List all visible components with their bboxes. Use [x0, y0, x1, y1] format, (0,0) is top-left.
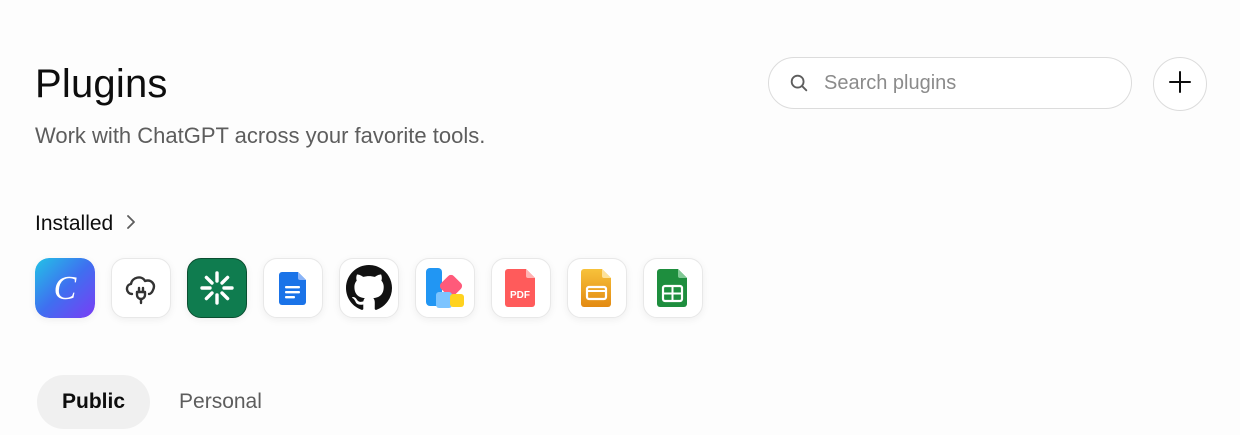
search-input[interactable]	[824, 71, 1104, 95]
tab-public[interactable]: Public	[37, 375, 151, 429]
tab-personal[interactable]: Personal	[154, 375, 287, 429]
app-docs[interactable]	[263, 258, 323, 318]
svg-text:PDF: PDF	[510, 290, 530, 301]
doc-icon	[273, 268, 313, 308]
app-pdf[interactable]: PDF	[491, 258, 551, 318]
slides-icon	[575, 266, 619, 310]
app-cloud-plugin[interactable]	[111, 258, 171, 318]
add-plugin-button[interactable]	[1153, 57, 1207, 111]
pdf-icon: PDF	[499, 266, 543, 310]
app-sheets[interactable]	[643, 258, 703, 318]
search-box[interactable]	[768, 57, 1132, 109]
plugin-tabs: Public Personal	[37, 375, 287, 429]
green-spark-icon	[197, 268, 237, 308]
app-slides[interactable]	[567, 258, 627, 318]
svg-text:C: C	[54, 270, 77, 307]
search-icon	[788, 72, 810, 94]
cloud-plug-icon	[121, 268, 161, 308]
chevron-right-icon	[125, 213, 137, 236]
installed-apps: C PDF	[35, 258, 703, 318]
app-github[interactable]	[339, 258, 399, 318]
app-canva[interactable]: C	[35, 258, 95, 318]
canva-icon: C	[35, 258, 95, 318]
app-design-blocks[interactable]	[415, 258, 475, 318]
sheets-icon	[651, 266, 695, 310]
installed-link[interactable]: Installed	[35, 212, 137, 236]
page-title: Plugins	[35, 62, 168, 106]
blocks-icon	[422, 265, 468, 311]
installed-label: Installed	[35, 212, 114, 235]
plus-icon	[1168, 70, 1192, 99]
page-subtitle: Work with ChatGPT across your favorite t…	[35, 123, 486, 148]
github-icon	[346, 265, 392, 311]
app-green-spark[interactable]	[187, 258, 247, 318]
